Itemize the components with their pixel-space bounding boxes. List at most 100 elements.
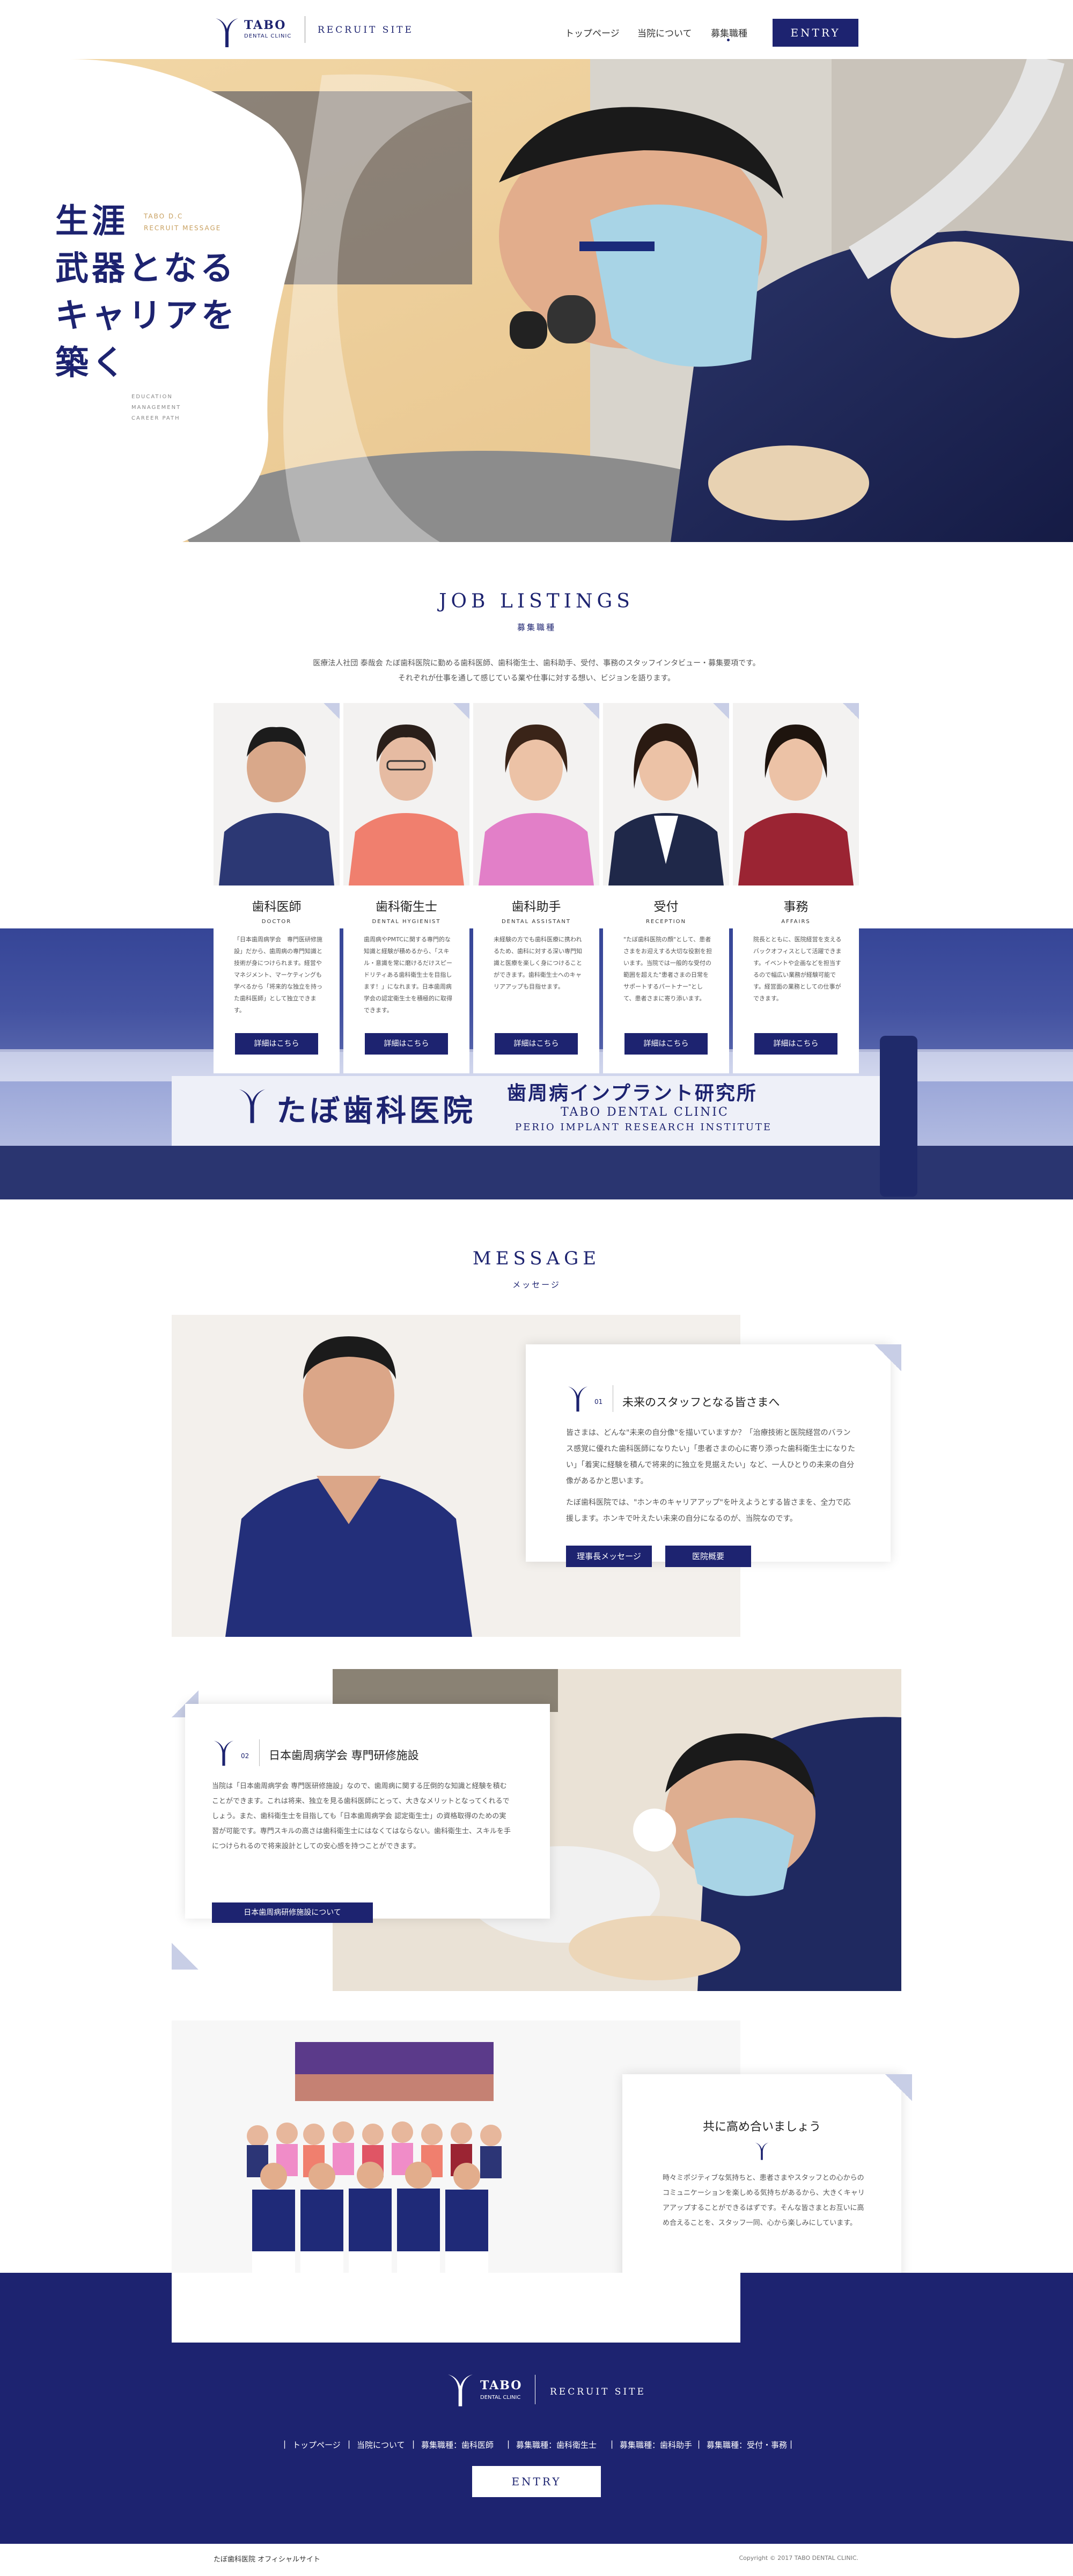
clinic-overview-button[interactable]: 医院概要 (665, 1546, 751, 1567)
footer-nav-about[interactable]: 当院について (357, 2439, 405, 2450)
doctor-person-image (219, 727, 334, 885)
card-detail-button[interactable]: 詳細はこちら (495, 1033, 578, 1055)
footer-nav-hygienist[interactable]: 募集職種：歯科衛生士 (516, 2439, 597, 2450)
tabo-mark-icon (755, 2142, 769, 2160)
box-corner (885, 2074, 912, 2101)
hero-sub-en-1: EDUCATION (131, 394, 173, 400)
card-text: 院長とともに、医院経営を支えるバックオフィスとして活躍できます。イベントや企画な… (753, 936, 842, 1002)
tabo-mark-icon (214, 1740, 234, 1766)
card-sub: RECEPTION (645, 919, 686, 925)
block-1-number: 01 (594, 1398, 603, 1406)
block-2-number: 02 (241, 1752, 249, 1760)
card-text: 未経験の方でも歯科医療に携われるため、歯科に対する深い専門知識と医療を楽しく身に… (494, 936, 582, 990)
footer-bottom-bar (0, 2544, 1073, 2576)
card-title: 受付 (653, 900, 679, 914)
block-3-text: 時々ミポジティブな気持ちと、患者さまやスタッフとの心からのコミュニケーションを楽… (663, 2174, 865, 2227)
footer-nav-doctor[interactable]: 募集職種：歯科医師 (421, 2439, 494, 2450)
card-title: 歯科衛生士 (376, 900, 437, 914)
site-header: TABO DENTAL CLINIC RECRUIT SITE トップページ 当… (0, 0, 1073, 59)
job-card-affairs: 事務 AFFAIRS 院長とともに、医院経営を支えるバックオフィスとして活躍でき… (733, 703, 859, 1073)
card-sub: DOCTOR (261, 919, 292, 925)
nav-about[interactable]: 当院について (637, 26, 692, 39)
footer-nav-sep: | (507, 2439, 510, 2449)
footer-logo-sub: DENTAL CLINIC (480, 2395, 521, 2401)
jobs-intro-2: それぞれが仕事を通して感じている業や仕事に対する想い、ビジョンを語ります。 (398, 674, 675, 683)
footer-nav-sep: | (348, 2439, 351, 2449)
footer-entry-button[interactable]: ENTRY (472, 2466, 601, 2497)
assistant-person-image (479, 724, 594, 885)
footer-nav-reception[interactable]: 募集職種：受付・事務 (707, 2439, 787, 2450)
hero-sub-en: EDUCATION MANAGEMENT CAREER PATH (131, 392, 181, 424)
logo-name[interactable]: TABO (244, 18, 286, 32)
card-detail-button[interactable]: 詳細はこちら (624, 1033, 708, 1055)
sign-right-text: 歯周病インプラント研究所 (507, 1082, 758, 1104)
affairs-photo (733, 703, 859, 885)
block-2-heading: 日本歯周病学会 専門研修施設 (269, 1749, 419, 1762)
block-1-heading: 未来のスタッフとなる皆さまへ (622, 1396, 780, 1409)
hero-tag-2: RECRUIT MESSAGE (144, 224, 222, 232)
job-card-assistant: 歯科助手 DENTAL ASSISTANT 未経験の方でも歯科医療に携われるため… (473, 703, 599, 1073)
card-detail-button[interactable]: 詳細はこちら (235, 1033, 318, 1055)
perio-training-button[interactable]: 日本歯周病研修施設について (212, 1902, 373, 1923)
footer-nav-sep: | (611, 2439, 614, 2449)
header-entry-button[interactable]: ENTRY (773, 19, 858, 47)
card-detail-button[interactable]: 詳細はこちら (365, 1033, 448, 1055)
hero-line-2: 武器となる (55, 248, 237, 288)
sign-bottle (880, 1036, 917, 1197)
sign-logo-icon (239, 1089, 266, 1123)
card-text: 「日本歯周病学会 専門医研修施設」だから、歯周病の専門知識と技術が身につけられま… (234, 936, 322, 1014)
footer-photo-overlap (172, 2273, 740, 2343)
card-title: 事務 (783, 900, 809, 914)
card-corner (583, 703, 599, 719)
sign-en-1: TABO DENTAL CLINIC (561, 1106, 729, 1119)
block-3-heading: 共に高め合いましょう (702, 2120, 821, 2134)
nav-jobs[interactable]: 募集職種 (711, 26, 747, 39)
footer-nav-sep: | (283, 2439, 286, 2449)
hero-line-3: キャリアを (55, 296, 238, 335)
card-corner (713, 703, 729, 719)
official-site-link[interactable]: たぼ歯科医院 オフィシャルサイト (214, 2553, 320, 2564)
hero-section: 生涯 武器となる キャリアを 築く TABO D.C RECRUIT MESSA… (0, 59, 1073, 542)
footer-site-label: RECRUIT SITE (550, 2387, 646, 2397)
footer-logo-icon[interactable] (445, 2372, 475, 2407)
job-card-hygienist: 歯科衛生士 DENTAL HYGIENIST 歯周病やPMTCに関する専門的な知… (343, 703, 469, 1073)
director-message-button[interactable]: 理事長メッセージ (566, 1546, 652, 1567)
card-text: "たぼ歯科医院の顔"として、患者さまをお迎えする大切な役割を担います。当院では一… (623, 936, 712, 1002)
logo-sub: DENTAL CLINIC (244, 33, 292, 39)
card-sub: DENTAL ASSISTANT (501, 919, 571, 925)
copyright: Copyright © 2017 TABO DENTAL CLINIC. (739, 2555, 859, 2562)
hero-tag-1: TABO D.C (144, 213, 183, 220)
reception-photo (603, 703, 729, 885)
assistant-photo (473, 703, 599, 885)
box-corner (172, 1943, 199, 1970)
card-corner (453, 703, 469, 719)
hygienist-person-image (349, 724, 464, 885)
affairs-person-image (738, 724, 854, 885)
message-subtitle: メッセージ (512, 1280, 561, 1290)
jobs-intro-1: 医療法人社団 泰哉会 たぼ歯科医院に勤める歯科医師、歯科衛生士、歯科助手、受付、… (313, 659, 760, 668)
box-corner (874, 1344, 901, 1371)
jobs-title: JOB LISTINGS (439, 590, 634, 612)
tabo-logo-icon[interactable] (214, 16, 240, 48)
nav-top[interactable]: トップページ (565, 26, 620, 39)
footer-logo-name[interactable]: TABO (480, 2379, 522, 2392)
hero-tag: TABO D.C RECRUIT MESSAGE (144, 210, 221, 234)
card-detail-button[interactable]: 詳細はこちら (754, 1033, 837, 1055)
footer-nav-sep: | (412, 2439, 415, 2449)
card-title: 歯科助手 (511, 900, 561, 914)
block-2-text: 当院は「日本歯周病学会 専門医研修施設」なので、歯周病に関する圧倒的な知識と経験… (212, 1782, 511, 1850)
message-box-2: 02 日本歯周病学会 専門研修施設 当院は「日本歯周病学会 専門医研修施設」なの… (185, 1704, 550, 1923)
job-card-doctor: 歯科医師 DOCTOR 「日本歯周病学会 専門医研修施設」だから、歯周病の専門知… (214, 703, 340, 1073)
message-title: MESSAGE (472, 1248, 601, 1269)
footer-nav-sep: | (697, 2439, 701, 2449)
jobs-subtitle: 募集職種 (517, 623, 556, 632)
card-text: 歯周病やPMTCに関する専門的な知識と経験が積めるから、「スキル・意識を常に磨け… (364, 936, 452, 1014)
job-card-reception: 受付 RECEPTION "たぼ歯科医院の顔"として、患者さまをお迎えする大切な… (603, 703, 729, 1073)
footer-nav-top[interactable]: トップページ (292, 2439, 341, 2450)
doctor-photo (214, 703, 340, 885)
message-box-3: 共に高め合いましょう 時々ミポジティブな気持ちと、患者さまやスタッフとの心からの… (622, 2074, 901, 2286)
footer-nav-assistant[interactable]: 募集職種：歯科助手 (620, 2439, 692, 2450)
sign-en-2: PERIO IMPLANT RESEARCH INSTITUTE (515, 1122, 773, 1133)
card-sub: AFFAIRS (781, 919, 811, 925)
footer-nav-sep: | (790, 2439, 793, 2449)
